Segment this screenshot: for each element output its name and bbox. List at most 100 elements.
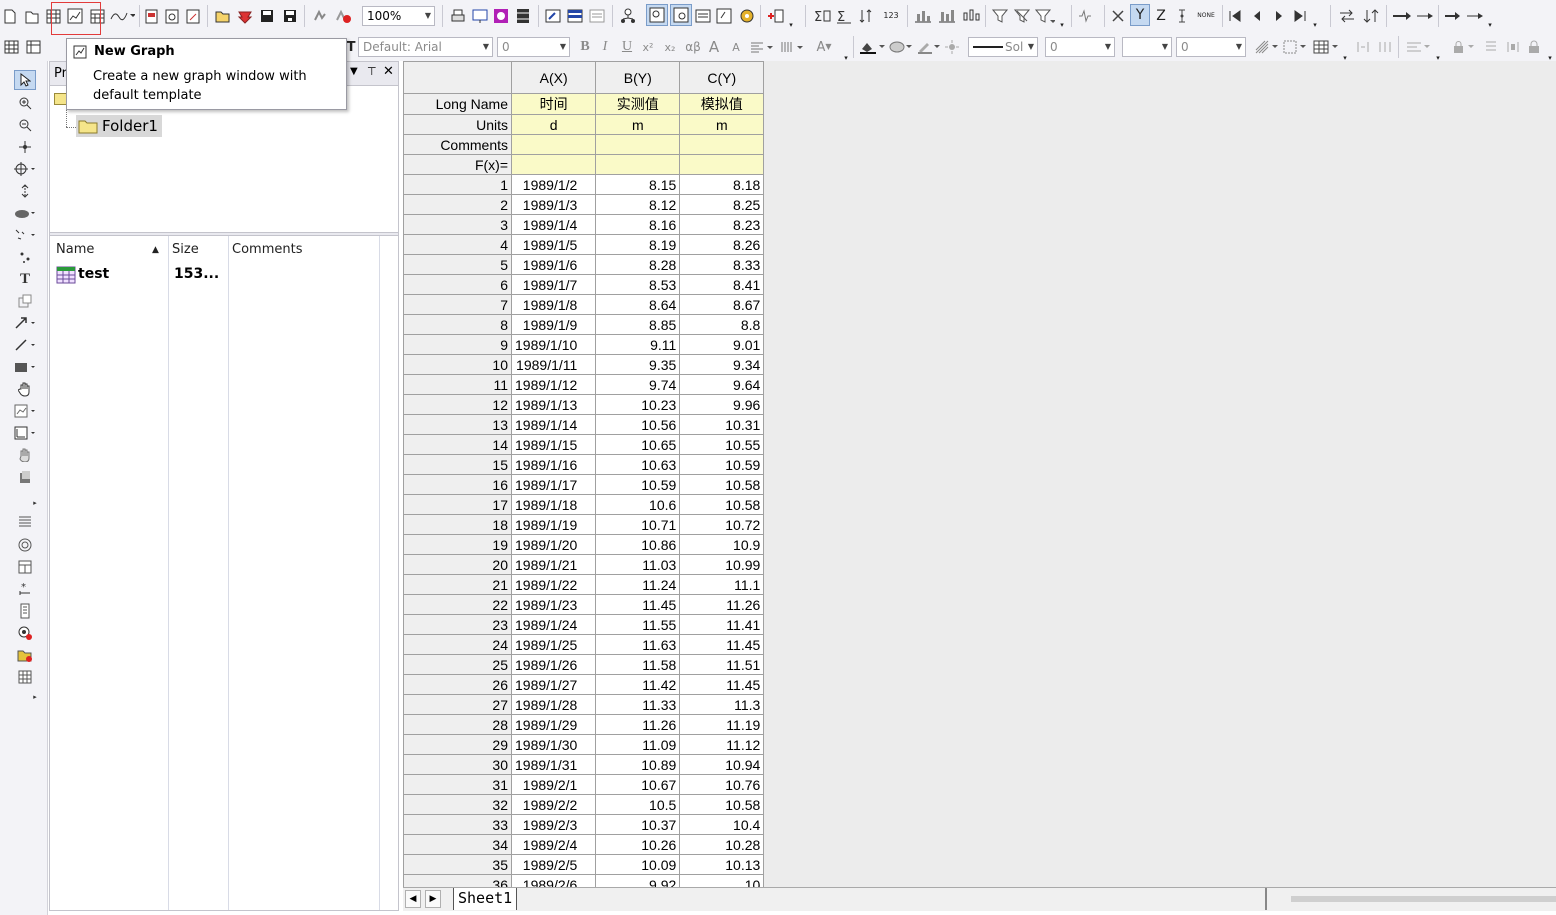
row-header[interactable]: 24 xyxy=(403,634,512,655)
draw-data-icon[interactable] xyxy=(14,225,36,245)
file-list-icon[interactable] xyxy=(14,601,36,621)
cell-time[interactable]: 1989/2/3 xyxy=(510,814,597,835)
cell-time[interactable]: 1989/1/30 xyxy=(510,734,597,755)
cell-simulated[interactable]: 10.99 xyxy=(679,554,765,575)
row-header[interactable]: 7 xyxy=(403,294,512,315)
row-header[interactable]: 18 xyxy=(403,514,512,535)
tab-scroll-left-icon[interactable]: ◀ xyxy=(405,890,421,908)
cell-simulated[interactable]: 11.26 xyxy=(679,594,765,615)
dropdown-icon[interactable]: ▼ xyxy=(350,66,358,77)
row-header[interactable]: 2 xyxy=(403,194,512,215)
cell-simulated[interactable]: 10.58 xyxy=(679,474,765,495)
list-item[interactable]: test 153... xyxy=(54,264,394,286)
move-right-icon[interactable] xyxy=(1390,5,1414,27)
rectangle-tool-icon[interactable] xyxy=(14,357,36,377)
command-window-icon[interactable] xyxy=(588,5,606,27)
row-label-long-name[interactable]: Long Name xyxy=(403,93,512,115)
stop-recalc-icon[interactable] xyxy=(333,5,353,27)
object-icon[interactable] xyxy=(14,467,36,487)
cell-measured[interactable]: 10.86 xyxy=(595,534,681,555)
cell-time[interactable]: 1989/1/12 xyxy=(510,374,597,395)
cell-simulated[interactable]: 10.59 xyxy=(679,454,765,475)
symbol-size-combo[interactable]: 0 ▼ xyxy=(1176,37,1246,57)
cell-simulated[interactable]: 8.25 xyxy=(679,194,765,215)
long-name-cell[interactable]: 实测值 xyxy=(595,93,681,115)
new-project-icon[interactable] xyxy=(2,5,18,27)
stacked-column-icon[interactable] xyxy=(936,5,958,27)
row-header[interactable]: 4 xyxy=(403,234,512,255)
cell-measured[interactable]: 11.09 xyxy=(595,734,681,755)
symbol-combo[interactable]: ▼ xyxy=(1122,37,1172,57)
cell-time[interactable]: 1989/1/26 xyxy=(510,654,597,675)
cell-measured[interactable]: 10.23 xyxy=(595,394,681,415)
row-header[interactable]: 32 xyxy=(403,794,512,815)
tab-splitter[interactable] xyxy=(1265,888,1267,910)
set-disregard-x-icon[interactable] xyxy=(1108,5,1128,27)
line-width-combo[interactable]: 0 ▼ xyxy=(1045,37,1115,57)
cell-measured[interactable]: 10.65 xyxy=(595,434,681,455)
new-notes-icon[interactable] xyxy=(164,5,180,27)
merge-cells-icon[interactable] xyxy=(1354,36,1372,58)
save-project-icon[interactable] xyxy=(259,5,275,27)
filter-icon[interactable] xyxy=(990,5,1010,27)
cell-simulated[interactable]: 11.45 xyxy=(679,674,765,695)
cell-simulated[interactable]: 8.18 xyxy=(679,174,765,195)
cell-measured[interactable]: 11.63 xyxy=(595,634,681,655)
cell-time[interactable]: 1989/1/17 xyxy=(510,474,597,495)
statistics-column-icon[interactable]: Σ xyxy=(812,5,832,27)
cell-time[interactable]: 1989/1/25 xyxy=(510,634,597,655)
units-cell[interactable]: m xyxy=(679,114,765,135)
cell-simulated[interactable]: 10.72 xyxy=(679,514,765,535)
row-header[interactable]: 31 xyxy=(403,774,512,795)
cell-simulated[interactable]: 10.13 xyxy=(679,854,765,875)
zoom-in-icon[interactable] xyxy=(14,93,36,113)
comments-cell[interactable] xyxy=(510,134,597,155)
cell-simulated[interactable]: 10.94 xyxy=(679,754,765,775)
cell-time[interactable]: 1989/1/7 xyxy=(510,274,597,295)
cell-measured[interactable]: 11.33 xyxy=(595,694,681,715)
column-header-name[interactable]: Name xyxy=(56,242,94,257)
slideshow-icon[interactable] xyxy=(470,5,490,27)
set-as-error-icon[interactable] xyxy=(1174,5,1190,27)
cell-measured[interactable]: 10.56 xyxy=(595,414,681,435)
cell-measured[interactable]: 11.42 xyxy=(595,674,681,695)
cell-measured[interactable]: 10.37 xyxy=(595,814,681,835)
cell-time[interactable]: 1989/1/27 xyxy=(510,674,597,695)
row-label-comments[interactable]: Comments xyxy=(403,134,512,155)
cell-measured[interactable]: 8.64 xyxy=(595,294,681,315)
hand-icon[interactable] xyxy=(14,379,36,399)
cell-time[interactable]: 1989/1/24 xyxy=(510,614,597,635)
cell-simulated[interactable]: 10.28 xyxy=(679,834,765,855)
increase-font-button[interactable]: A xyxy=(705,36,723,58)
row-header[interactable]: 34 xyxy=(403,834,512,855)
set-as-none-button[interactable]: NONE xyxy=(1194,5,1218,27)
lock-icon[interactable] xyxy=(1450,36,1478,58)
statistics-row-icon[interactable]: Σ xyxy=(834,5,854,27)
data-selector-icon[interactable] xyxy=(14,181,36,201)
wrap-text-icon[interactable] xyxy=(1404,36,1432,58)
horizontal-scrollbar[interactable] xyxy=(1291,896,1556,902)
cell-time[interactable]: 1989/1/14 xyxy=(510,414,597,435)
row-header[interactable]: 12 xyxy=(403,394,512,415)
cell-time[interactable]: 1989/1/6 xyxy=(510,254,597,275)
cell-simulated[interactable]: 8.67 xyxy=(679,294,765,315)
move-right-small-icon[interactable] xyxy=(1414,5,1436,27)
cell-time[interactable]: 1989/1/3 xyxy=(510,194,597,215)
hand-move-icon[interactable] xyxy=(14,445,36,465)
distribute-icon[interactable] xyxy=(1504,36,1522,58)
cell-simulated[interactable]: 8.26 xyxy=(679,234,765,255)
fit-icon[interactable] xyxy=(14,535,36,555)
row-header[interactable]: 13 xyxy=(403,414,512,435)
decrease-font-button[interactable]: A xyxy=(727,36,745,58)
floating-column-icon[interactable] xyxy=(960,5,982,27)
bold-button[interactable]: B xyxy=(577,36,593,58)
row-header[interactable]: 29 xyxy=(403,734,512,755)
table-grid-icon[interactable] xyxy=(1312,36,1340,58)
cell-time[interactable]: 1989/2/5 xyxy=(510,854,597,875)
cell-time[interactable]: 1989/1/18 xyxy=(510,494,597,515)
cell-time[interactable]: 1989/1/4 xyxy=(510,214,597,235)
align-icon[interactable] xyxy=(749,36,775,58)
unmerge-icon[interactable] xyxy=(1376,36,1394,58)
cell-measured[interactable]: 10.67 xyxy=(595,774,681,795)
cell-time[interactable]: 1989/1/10 xyxy=(510,334,597,355)
